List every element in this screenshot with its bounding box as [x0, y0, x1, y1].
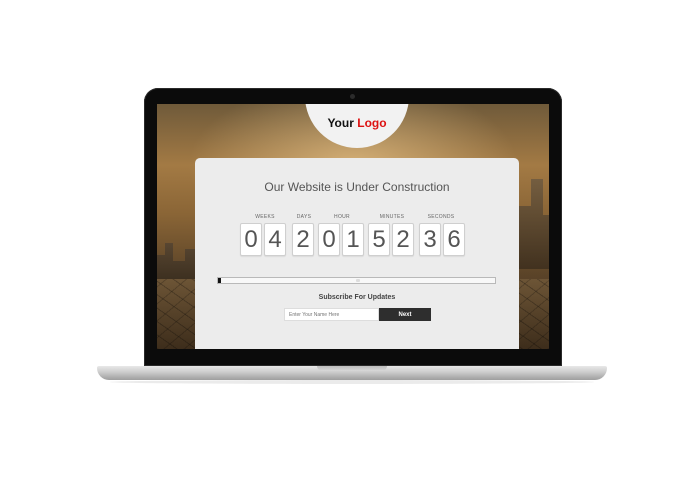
countdown-digit: 3: [419, 223, 441, 256]
countdown-digit: 1: [342, 223, 364, 256]
countdown-digit: 2: [292, 223, 314, 256]
logo-badge[interactable]: Your Logo: [305, 104, 409, 148]
progress-bar-marker: [356, 279, 360, 282]
laptop-lid: Your Logo Our Website is Under Construct…: [144, 88, 562, 366]
countdown-digit: 0: [240, 223, 262, 256]
logo-text-primary: Your: [327, 116, 354, 130]
countdown-digit: 0: [318, 223, 340, 256]
logo: Your Logo: [305, 116, 409, 130]
laptop-base: [97, 366, 607, 380]
countdown-digit: 6: [443, 223, 465, 256]
countdown-label-minutes: MINUTES: [379, 214, 405, 220]
countdown-label-hour: HOUR: [334, 214, 350, 220]
countdown-label-days: DAYS: [296, 214, 312, 220]
countdown-label-seconds: SECONDS: [427, 214, 455, 220]
countdown-digit: 2: [392, 223, 414, 256]
countdown-label-weeks: WEEKS: [255, 214, 275, 220]
countdown-digit: 4: [264, 223, 286, 256]
construction-panel: Our Website is Under Construction WEEKS …: [195, 158, 519, 349]
laptop-screen: Your Logo Our Website is Under Construct…: [157, 104, 549, 349]
progress-bar-fill: [218, 278, 221, 283]
laptop-base-notch: [317, 366, 387, 371]
progress-bar: [217, 277, 496, 284]
ruins-right-image: [519, 179, 549, 269]
name-input[interactable]: [284, 308, 379, 321]
subscribe-heading: Subscribe For Updates: [318, 294, 396, 301]
countdown-digit: 5: [368, 223, 390, 256]
page-title: Our Website is Under Construction: [264, 180, 450, 194]
next-button[interactable]: Next: [379, 308, 431, 321]
camera-dot: [350, 94, 355, 99]
logo-text-accent: Logo: [357, 116, 387, 130]
laptop-shadow: [110, 380, 594, 384]
